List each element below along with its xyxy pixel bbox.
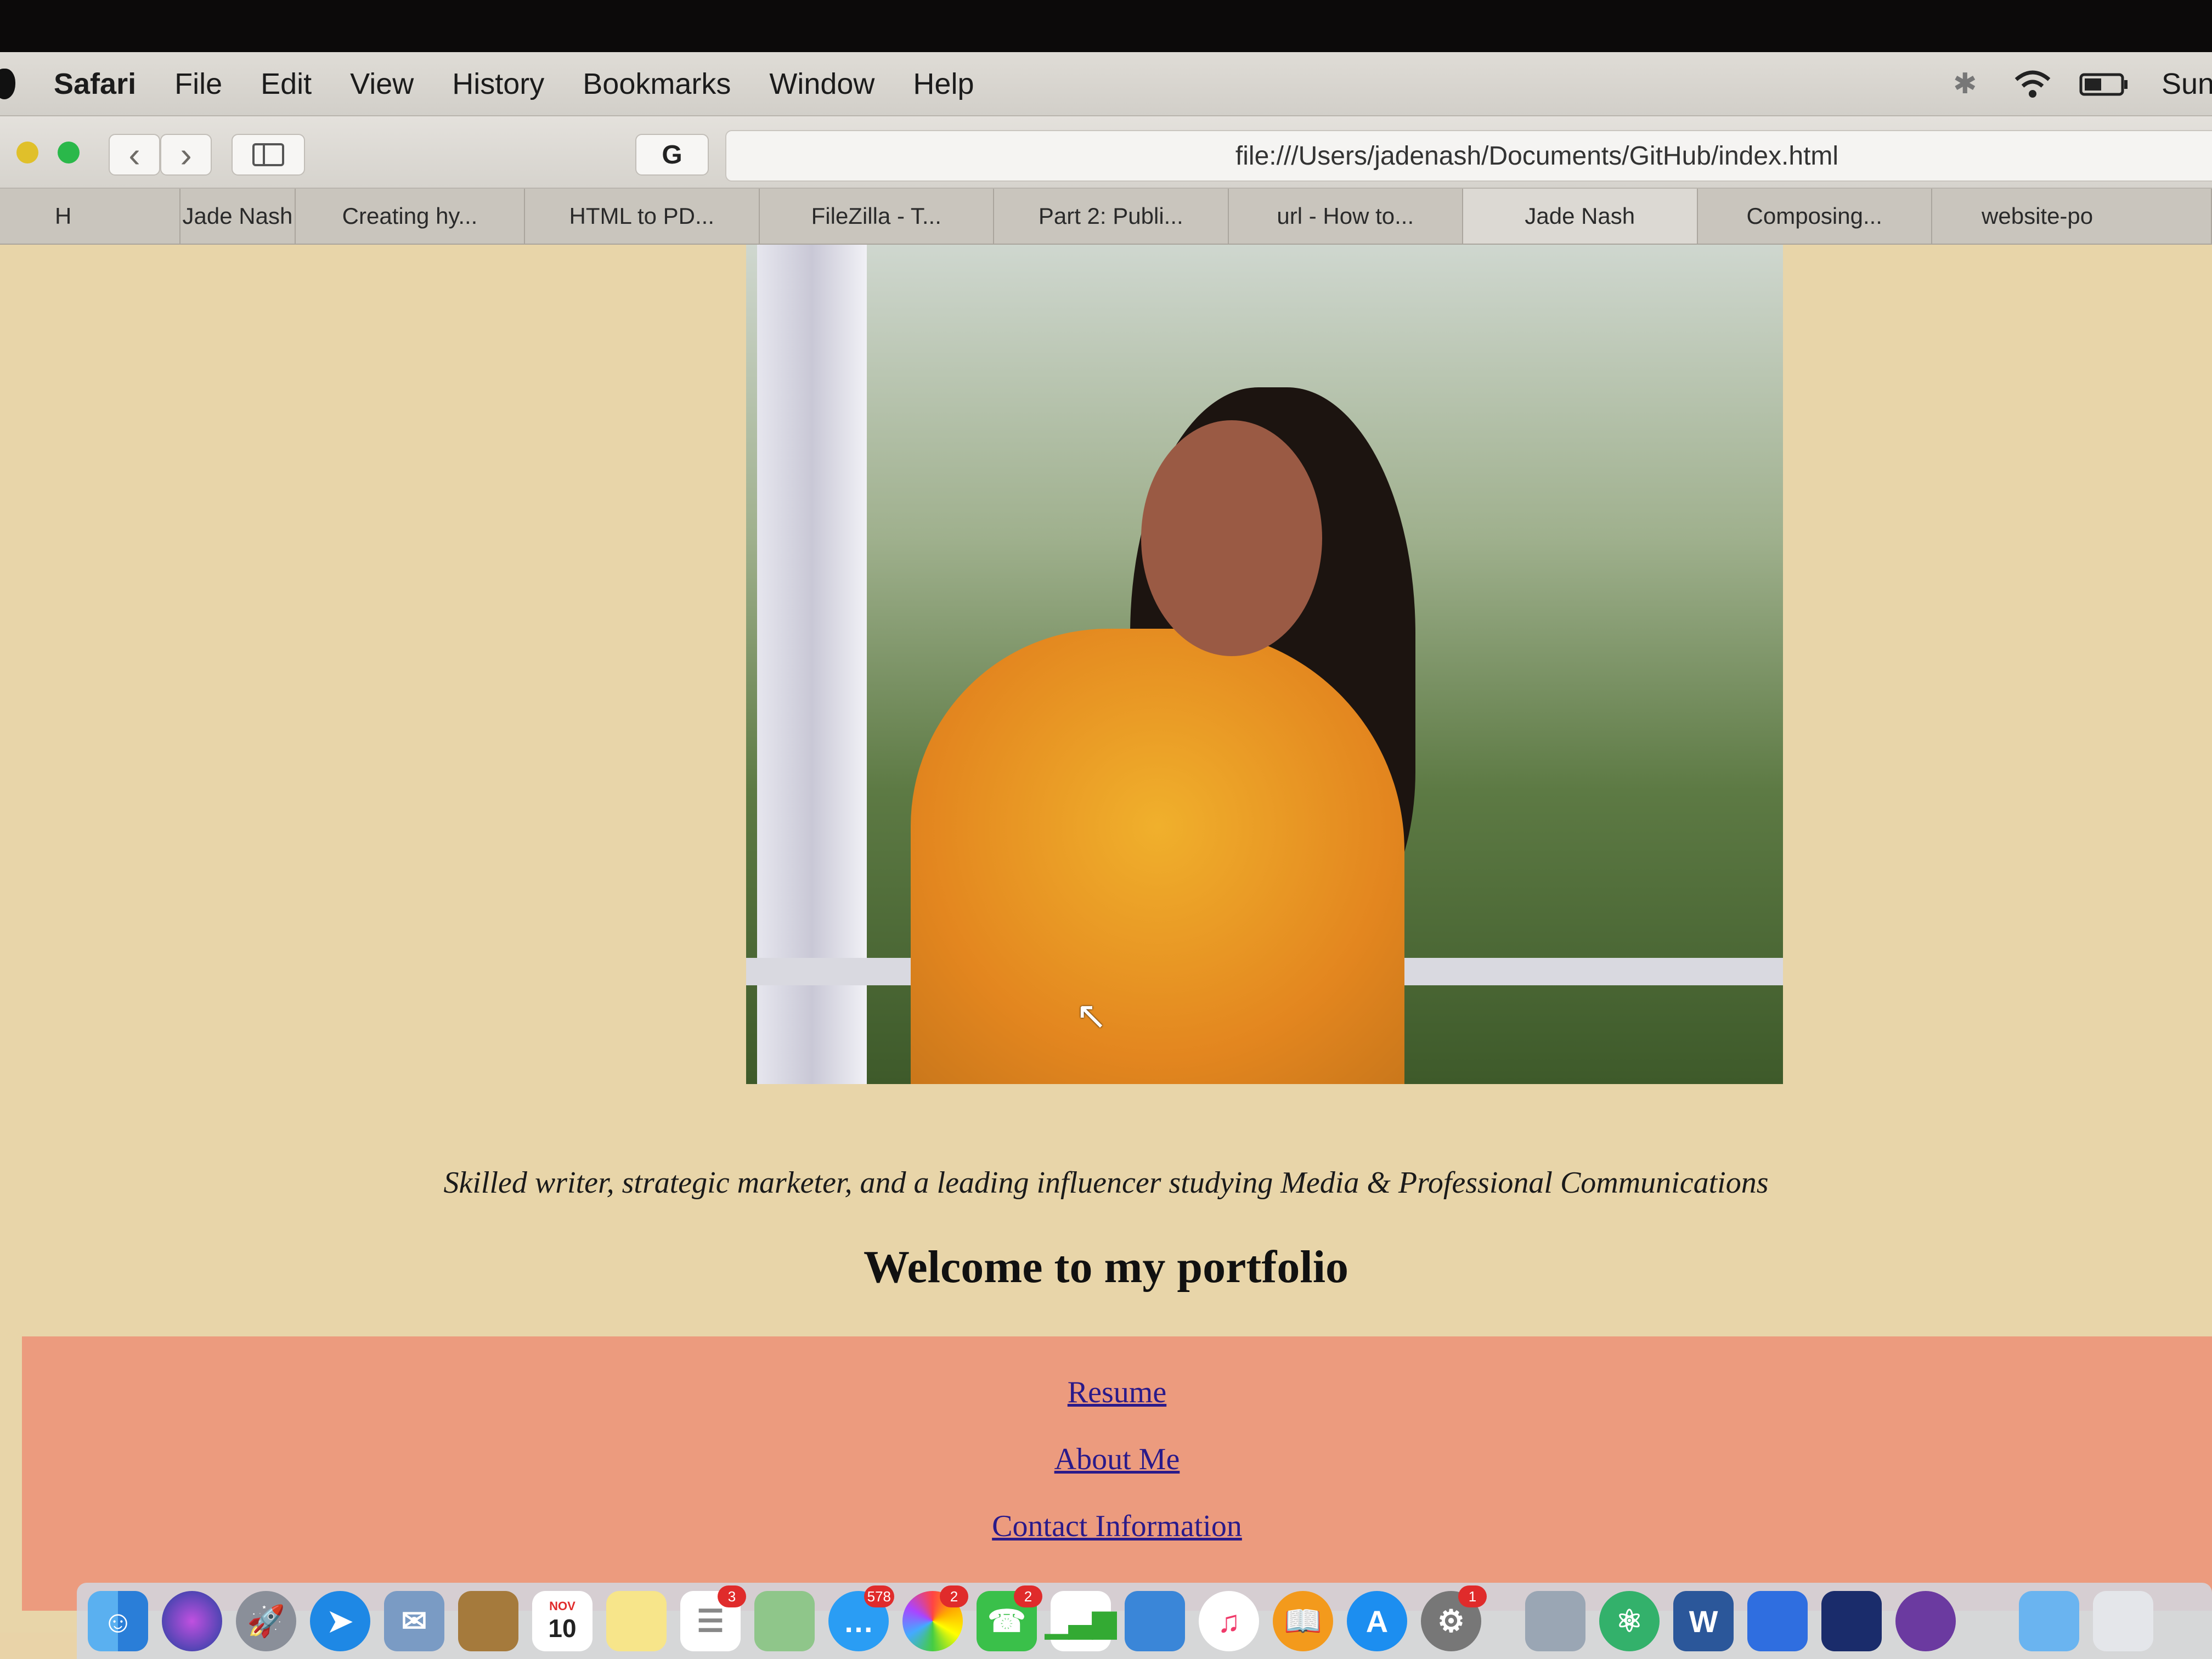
forward-button[interactable]: › [160, 134, 212, 176]
word-icon[interactable]: W [1673, 1591, 1734, 1651]
links-panel: Resume About Me Contact Information [22, 1336, 2212, 1611]
maps-icon[interactable] [754, 1591, 815, 1651]
tab-jade-nash-1[interactable]: Jade Nash [180, 189, 296, 244]
keynote-icon[interactable] [1125, 1591, 1185, 1651]
back-button[interactable]: ‹ [109, 134, 160, 176]
browser-toolbar: ‹ › G file:///Users/jadenash/Documents/G… [0, 116, 2212, 189]
grammarly-icon: G [662, 140, 682, 170]
sidebar-icon [252, 143, 284, 166]
page-heading: Welcome to my portfolio [863, 1242, 1349, 1293]
menu-window[interactable]: Window [769, 67, 874, 101]
portrait-photo [746, 245, 1783, 1084]
dock: ☺ 🚀 ➤ ✉ NOV 10 ☰ 3 … 578 2 ☎ 2 ▁▃▆ ♫ 📖 A ⚙ 1… [77, 1583, 2212, 1659]
menu-help[interactable]: Help [913, 67, 974, 101]
menu-bar: Safari File Edit View History Bookmarks … [0, 52, 2212, 116]
tab-website-po[interactable]: website-po [1932, 189, 2212, 244]
tab-jade-nash-active[interactable]: Jade Nash [1463, 189, 1698, 244]
app-store-icon[interactable]: A [1347, 1591, 1407, 1651]
reminders-icon[interactable]: ☰ 3 [680, 1585, 746, 1651]
chevron-right-icon: › [180, 135, 192, 174]
documents-stack-icon[interactable] [2093, 1591, 2153, 1651]
menu-edit[interactable]: Edit [261, 67, 312, 101]
books-icon[interactable]: 📖 [1273, 1591, 1333, 1651]
wifi-icon[interactable] [2011, 52, 2055, 115]
url-text: file:///Users/jadenash/Documents/GitHub/… [1235, 141, 1839, 171]
about-me-link[interactable]: About Me [22, 1442, 2212, 1477]
apple-logo-icon[interactable] [0, 68, 15, 99]
address-bar[interactable]: file:///Users/jadenash/Documents/GitHub/… [725, 130, 2212, 182]
mail-icon[interactable]: ✉ [384, 1591, 444, 1651]
tab-filezilla[interactable]: FileZilla - T... [760, 189, 995, 244]
reminders-badge: 3 [718, 1585, 746, 1607]
preview-icon[interactable] [1525, 1591, 1585, 1651]
contact-information-link[interactable]: Contact Information [22, 1509, 2212, 1544]
launchpad-icon[interactable]: 🚀 [236, 1591, 296, 1651]
itunes-icon[interactable]: ♫ [1199, 1591, 1259, 1651]
tab-composing[interactable]: Composing... [1698, 189, 1933, 244]
tab-html-to-pd[interactable]: HTML to PD... [525, 189, 760, 244]
tab-url-how-to[interactable]: url - How to... [1229, 189, 1464, 244]
atom-icon[interactable]: ⚛ [1599, 1591, 1660, 1651]
calendar-day: 10 [548, 1614, 577, 1643]
numbers-icon[interactable]: ▁▃▆ [1045, 1591, 1116, 1651]
tab-pinned-h[interactable]: H [0, 189, 180, 244]
github-icon[interactable] [1895, 1591, 1956, 1651]
system-preferences-icon[interactable]: ⚙ 1 [1421, 1585, 1487, 1651]
battery-icon[interactable] [2079, 52, 2129, 115]
messages-badge: 578 [864, 1585, 894, 1607]
notes-icon[interactable] [606, 1591, 667, 1651]
safari-icon[interactable]: ➤ [310, 1591, 370, 1651]
menubar-clock[interactable]: Sun [2162, 52, 2212, 115]
grammarly-extension-button[interactable]: G [635, 134, 709, 176]
menu-bookmarks[interactable]: Bookmarks [583, 67, 731, 101]
siri-icon[interactable] [162, 1591, 222, 1651]
sidebar-toggle-button[interactable] [232, 134, 305, 176]
tab-part-2-publi[interactable]: Part 2: Publi... [994, 189, 1229, 244]
applications-folder-icon[interactable] [2019, 1591, 2079, 1651]
tab-creating-hy[interactable]: Creating hy... [296, 189, 526, 244]
page-content: Skilled writer, strategic marketer, and … [0, 245, 2212, 1633]
flipboard-icon[interactable] [1821, 1591, 1882, 1651]
menu-history[interactable]: History [452, 67, 544, 101]
package-icon[interactable] [1747, 1591, 1808, 1651]
bluetooth-icon[interactable]: ✱ [1953, 52, 1977, 115]
menu-view[interactable]: View [350, 67, 414, 101]
menu-file[interactable]: File [174, 67, 222, 101]
facetime-badge: 2 [1014, 1585, 1042, 1607]
chevron-left-icon: ‹ [128, 135, 140, 174]
zoom-window-button[interactable] [58, 142, 80, 163]
photos-badge: 2 [940, 1585, 968, 1607]
finder-icon[interactable]: ☺ [88, 1591, 148, 1651]
resume-link[interactable]: Resume [22, 1375, 2212, 1410]
calendar-icon[interactable]: NOV 10 [532, 1591, 592, 1651]
menu-app-safari[interactable]: Safari [54, 67, 136, 101]
system-preferences-badge: 1 [1458, 1585, 1487, 1607]
contacts-icon[interactable] [458, 1591, 518, 1651]
photos-icon[interactable]: 2 [902, 1585, 968, 1651]
minimize-window-button[interactable] [16, 142, 38, 163]
tagline: Skilled writer, strategic marketer, and … [443, 1166, 1769, 1200]
calendar-month: NOV [549, 1599, 575, 1613]
messages-icon[interactable]: … 578 [828, 1585, 894, 1651]
screen: Safari File Edit View History Bookmarks … [0, 52, 2212, 1659]
tab-bar: H Jade Nash Creating hy... HTML to PD...… [0, 189, 2212, 245]
mouse-cursor-icon: ↖ [1075, 994, 1108, 1037]
facetime-icon[interactable]: ☎ 2 [977, 1585, 1042, 1651]
